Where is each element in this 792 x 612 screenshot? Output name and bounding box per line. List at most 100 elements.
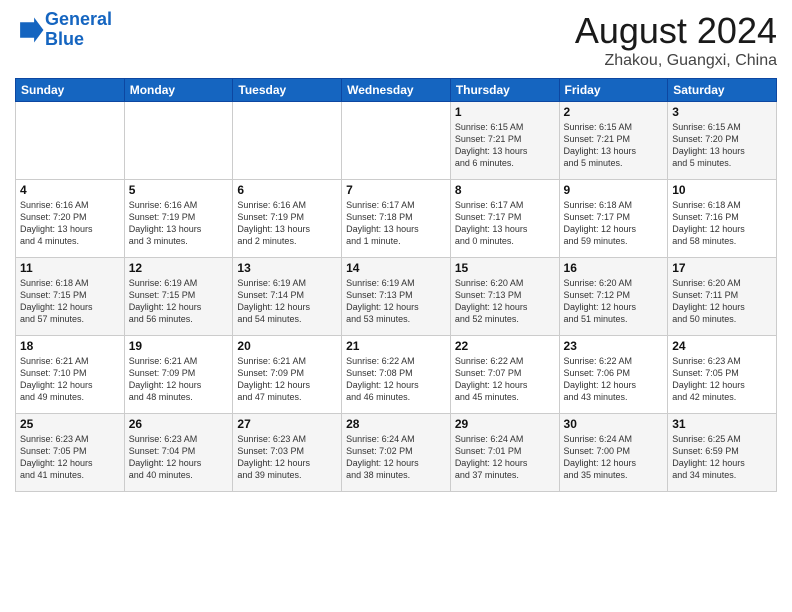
calendar-cell: 2 Sunrise: 6:15 AM Sunset: 7:21 PM Daylig… [559, 102, 668, 180]
calendar-cell: 1 Sunrise: 6:15 AM Sunset: 7:21 PM Daylig… [450, 102, 559, 180]
day-info: Sunrise: 6:15 AM Sunset: 7:20 PM Dayligh… [672, 121, 772, 170]
calendar-cell: 27Sunrise: 6:23 AM Sunset: 7:03 PM Dayli… [233, 414, 342, 492]
day-number: 13 [237, 261, 337, 275]
weekday-header: Thursday [450, 79, 559, 102]
day-number: 26 [129, 417, 229, 431]
calendar-cell: 6 Sunrise: 6:16 AM Sunset: 7:19 PM Daylig… [233, 180, 342, 258]
day-info: Sunrise: 6:19 AM Sunset: 7:14 PM Dayligh… [237, 277, 337, 326]
day-number: 12 [129, 261, 229, 275]
day-info: Sunrise: 6:23 AM Sunset: 7:05 PM Dayligh… [672, 355, 772, 404]
calendar-cell [233, 102, 342, 180]
day-number: 4 [20, 183, 120, 197]
day-number: 2 [564, 105, 664, 119]
calendar-cell: 29 Sunrise: 6:24 AM Sunset: 7:01 PM Dayli… [450, 414, 559, 492]
day-number: 20 [237, 339, 337, 353]
day-number: 27 [237, 417, 337, 431]
calendar-week-row: 18Sunrise: 6:21 AM Sunset: 7:10 PM Dayli… [16, 336, 777, 414]
calendar-cell: 30 Sunrise: 6:24 AM Sunset: 7:00 PM Dayli… [559, 414, 668, 492]
calendar-cell: 19 Sunrise: 6:21 AM Sunset: 7:09 PM Dayli… [124, 336, 233, 414]
day-info: Sunrise: 6:22 AM Sunset: 7:07 PM Dayligh… [455, 355, 555, 404]
day-info: Sunrise: 6:23 AM Sunset: 7:04 PM Dayligh… [129, 433, 229, 482]
day-number: 8 [455, 183, 555, 197]
header-row: SundayMondayTuesdayWednesdayThursdayFrid… [16, 79, 777, 102]
calendar-table: SundayMondayTuesdayWednesdayThursdayFrid… [15, 78, 777, 492]
calendar-cell: 28 Sunrise: 6:24 AM Sunset: 7:02 PM Dayli… [342, 414, 451, 492]
day-info: Sunrise: 6:24 AM Sunset: 7:00 PM Dayligh… [564, 433, 664, 482]
day-info: Sunrise: 6:24 AM Sunset: 7:02 PM Dayligh… [346, 433, 446, 482]
day-info: Sunrise: 6:18 AM Sunset: 7:16 PM Dayligh… [672, 199, 772, 248]
calendar-cell: 11Sunrise: 6:18 AM Sunset: 7:15 PM Dayli… [16, 258, 125, 336]
calendar-cell: 16 Sunrise: 6:20 AM Sunset: 7:12 PM Dayli… [559, 258, 668, 336]
day-info: Sunrise: 6:22 AM Sunset: 7:06 PM Dayligh… [564, 355, 664, 404]
calendar-week-row: 4 Sunrise: 6:16 AM Sunset: 7:20 PM Daylig… [16, 180, 777, 258]
calendar-cell: 17Sunrise: 6:20 AM Sunset: 7:11 PM Dayli… [668, 258, 777, 336]
day-info: Sunrise: 6:20 AM Sunset: 7:13 PM Dayligh… [455, 277, 555, 326]
day-number: 24 [672, 339, 772, 353]
calendar-cell: 22 Sunrise: 6:22 AM Sunset: 7:07 PM Dayli… [450, 336, 559, 414]
calendar-week-row: 1 Sunrise: 6:15 AM Sunset: 7:21 PM Daylig… [16, 102, 777, 180]
day-number: 29 [455, 417, 555, 431]
day-info: Sunrise: 6:16 AM Sunset: 7:19 PM Dayligh… [129, 199, 229, 248]
weekday-header: Monday [124, 79, 233, 102]
day-number: 31 [672, 417, 772, 431]
day-number: 25 [20, 417, 120, 431]
weekday-header: Saturday [668, 79, 777, 102]
day-info: Sunrise: 6:22 AM Sunset: 7:08 PM Dayligh… [346, 355, 446, 404]
calendar-week-row: 11Sunrise: 6:18 AM Sunset: 7:15 PM Dayli… [16, 258, 777, 336]
day-info: Sunrise: 6:24 AM Sunset: 7:01 PM Dayligh… [455, 433, 555, 482]
day-info: Sunrise: 6:23 AM Sunset: 7:05 PM Dayligh… [20, 433, 120, 482]
day-number: 11 [20, 261, 120, 275]
calendar-cell: 13 Sunrise: 6:19 AM Sunset: 7:14 PM Dayli… [233, 258, 342, 336]
calendar-cell: 15 Sunrise: 6:20 AM Sunset: 7:13 PM Dayli… [450, 258, 559, 336]
day-info: Sunrise: 6:25 AM Sunset: 6:59 PM Dayligh… [672, 433, 772, 482]
day-number: 22 [455, 339, 555, 353]
calendar-cell: 5Sunrise: 6:16 AM Sunset: 7:19 PM Daylig… [124, 180, 233, 258]
day-info: Sunrise: 6:17 AM Sunset: 7:18 PM Dayligh… [346, 199, 446, 248]
day-info: Sunrise: 6:16 AM Sunset: 7:20 PM Dayligh… [20, 199, 120, 248]
calendar-cell: 23Sunrise: 6:22 AM Sunset: 7:06 PM Dayli… [559, 336, 668, 414]
day-info: Sunrise: 6:21 AM Sunset: 7:09 PM Dayligh… [237, 355, 337, 404]
logo: General Blue [15, 10, 112, 50]
day-number: 6 [237, 183, 337, 197]
calendar-cell [16, 102, 125, 180]
calendar-cell [124, 102, 233, 180]
header: General Blue August 2024 Zhakou, Guangxi… [15, 10, 777, 70]
calendar-cell: 26 Sunrise: 6:23 AM Sunset: 7:04 PM Dayli… [124, 414, 233, 492]
day-number: 15 [455, 261, 555, 275]
calendar-cell: 24 Sunrise: 6:23 AM Sunset: 7:05 PM Dayli… [668, 336, 777, 414]
day-info: Sunrise: 6:19 AM Sunset: 7:15 PM Dayligh… [129, 277, 229, 326]
calendar-cell: 8 Sunrise: 6:17 AM Sunset: 7:17 PM Daylig… [450, 180, 559, 258]
day-number: 18 [20, 339, 120, 353]
calendar-cell: 4 Sunrise: 6:16 AM Sunset: 7:20 PM Daylig… [16, 180, 125, 258]
logo-icon [17, 16, 45, 44]
calendar-week-row: 25 Sunrise: 6:23 AM Sunset: 7:05 PM Dayli… [16, 414, 777, 492]
day-number: 7 [346, 183, 446, 197]
calendar-cell: 9 Sunrise: 6:18 AM Sunset: 7:17 PM Daylig… [559, 180, 668, 258]
calendar-cell: 18Sunrise: 6:21 AM Sunset: 7:10 PM Dayli… [16, 336, 125, 414]
day-number: 1 [455, 105, 555, 119]
calendar-cell: 12 Sunrise: 6:19 AM Sunset: 7:15 PM Dayli… [124, 258, 233, 336]
day-number: 16 [564, 261, 664, 275]
day-info: Sunrise: 6:20 AM Sunset: 7:12 PM Dayligh… [564, 277, 664, 326]
calendar-cell [342, 102, 451, 180]
calendar-cell: 3Sunrise: 6:15 AM Sunset: 7:20 PM Daylig… [668, 102, 777, 180]
day-info: Sunrise: 6:18 AM Sunset: 7:17 PM Dayligh… [564, 199, 664, 248]
day-number: 10 [672, 183, 772, 197]
day-info: Sunrise: 6:15 AM Sunset: 7:21 PM Dayligh… [564, 121, 664, 170]
weekday-header: Sunday [16, 79, 125, 102]
calendar-cell: 10 Sunrise: 6:18 AM Sunset: 7:16 PM Dayli… [668, 180, 777, 258]
calendar-cell: 20 Sunrise: 6:21 AM Sunset: 7:09 PM Dayli… [233, 336, 342, 414]
page: General Blue August 2024 Zhakou, Guangxi… [0, 0, 792, 612]
day-number: 28 [346, 417, 446, 431]
day-info: Sunrise: 6:16 AM Sunset: 7:19 PM Dayligh… [237, 199, 337, 248]
calendar-cell: 31 Sunrise: 6:25 AM Sunset: 6:59 PM Dayli… [668, 414, 777, 492]
day-number: 9 [564, 183, 664, 197]
day-info: Sunrise: 6:21 AM Sunset: 7:09 PM Dayligh… [129, 355, 229, 404]
day-info: Sunrise: 6:15 AM Sunset: 7:21 PM Dayligh… [455, 121, 555, 170]
calendar-cell: 21Sunrise: 6:22 AM Sunset: 7:08 PM Dayli… [342, 336, 451, 414]
day-number: 30 [564, 417, 664, 431]
day-number: 19 [129, 339, 229, 353]
day-info: Sunrise: 6:20 AM Sunset: 7:11 PM Dayligh… [672, 277, 772, 326]
day-info: Sunrise: 6:17 AM Sunset: 7:17 PM Dayligh… [455, 199, 555, 248]
month-title: August 2024 [575, 10, 777, 52]
